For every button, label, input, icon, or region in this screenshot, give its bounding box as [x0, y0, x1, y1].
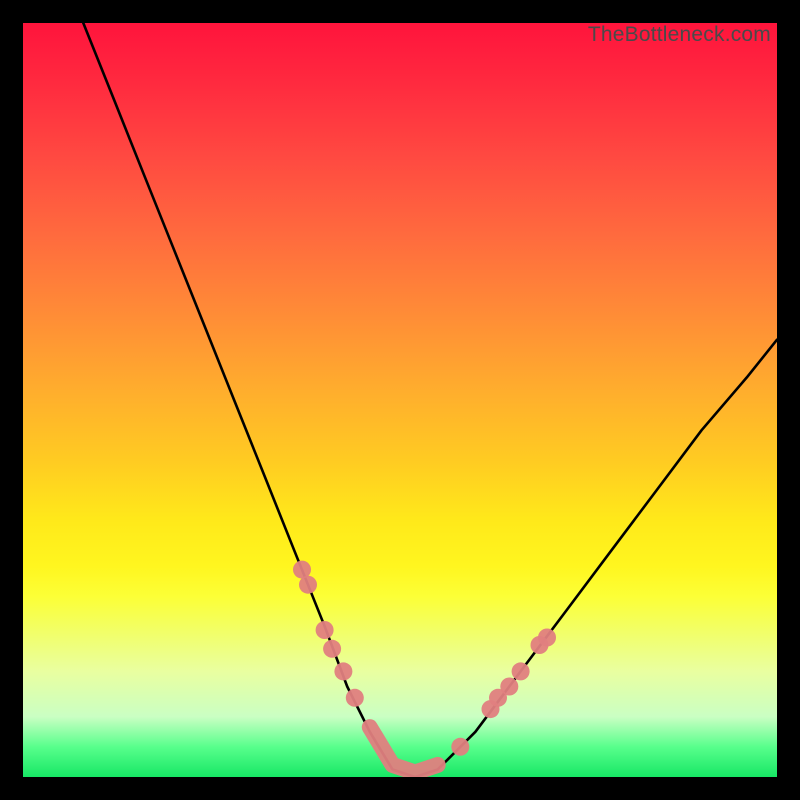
right-cluster-markers-pt-4 [512, 662, 530, 680]
right-cluster-markers-pt-0 [451, 738, 469, 756]
right-cluster-markers-pt-3 [500, 678, 518, 696]
left-cluster-markers-pt-5 [346, 689, 364, 707]
plot-area: TheBottleneck.com [23, 23, 777, 777]
chart-svg [23, 23, 777, 777]
left-cluster-markers-pt-3 [323, 640, 341, 658]
valley-band [370, 727, 438, 772]
left-cluster-markers-pt-4 [334, 662, 352, 680]
curve-bottleneck-curve [83, 23, 777, 777]
left-cluster-markers-pt-1 [299, 576, 317, 594]
right-cluster-markers-pt-6 [538, 629, 556, 647]
chart-frame: TheBottleneck.com [0, 0, 800, 800]
left-cluster-markers-pt-2 [316, 621, 334, 639]
